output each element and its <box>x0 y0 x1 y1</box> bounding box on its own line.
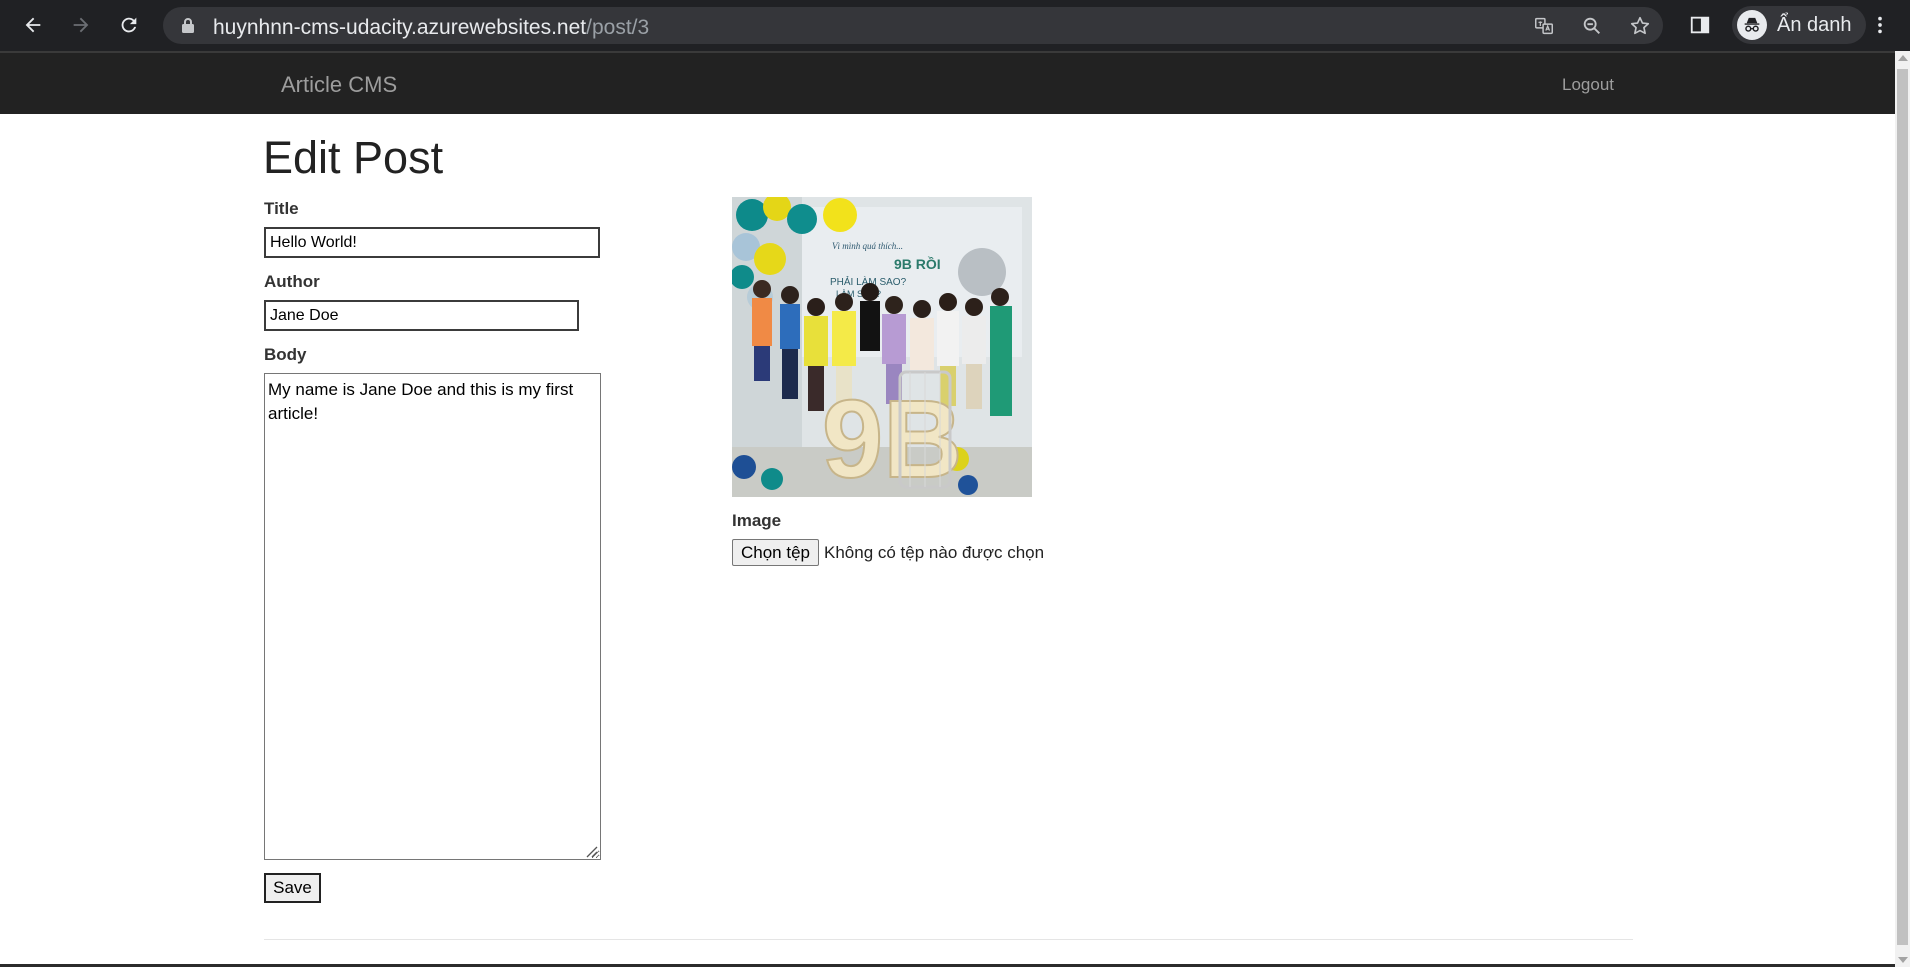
post-image: Vì mình quá thích... 9B RỒI PHẢI LÀM SAO… <box>732 197 1032 497</box>
title-label: Title <box>264 199 299 218</box>
scroll-up-icon[interactable] <box>1898 55 1908 61</box>
url-path: /post/3 <box>586 16 650 39</box>
back-icon[interactable] <box>16 8 50 42</box>
lock-icon <box>182 18 194 33</box>
profile-label: Ẩn danh <box>1777 13 1852 36</box>
side-panel-icon[interactable] <box>1683 8 1717 42</box>
browser-toolbar: huynhnn-cms-udacity.azurewebsites.net/po… <box>0 0 1910 51</box>
logout-link[interactable]: Logout <box>1562 75 1614 95</box>
marquee-letters: 9B <box>822 378 963 497</box>
zoom-out-icon[interactable] <box>1578 12 1606 40</box>
url-host: huynhnn-cms-udacity.azurewebsites.net <box>213 16 587 39</box>
incognito-icon <box>1737 10 1767 40</box>
brand-link[interactable]: Article CMS <box>281 72 397 98</box>
body-textarea[interactable]: My name is Jane Doe and this is my first… <box>264 373 601 860</box>
footer-divider <box>264 939 1633 940</box>
banner-text-2: 9B RỒI <box>894 255 941 272</box>
scroll-thumb[interactable] <box>1897 69 1908 945</box>
translate-icon[interactable] <box>1530 12 1558 40</box>
author-input[interactable] <box>264 300 579 331</box>
resize-grip-icon[interactable] <box>585 845 598 858</box>
incognito-profile-button[interactable]: Ẩn danh <box>1732 6 1866 44</box>
address-bar[interactable]: huynhnn-cms-udacity.azurewebsites.net/po… <box>163 7 1663 44</box>
reload-icon[interactable] <box>112 8 146 42</box>
page-title: Edit Post <box>263 132 444 183</box>
star-icon[interactable] <box>1626 12 1654 40</box>
site-navbar: Article CMS Logout <box>0 51 1895 114</box>
banner-text-1: Vì mình quá thích... <box>832 241 903 251</box>
no-file-text: Không có tệp nào được chọn <box>824 543 1045 562</box>
save-button[interactable]: Save <box>264 873 321 903</box>
body-label: Body <box>264 345 307 364</box>
menu-kebab-icon[interactable] <box>1868 8 1892 42</box>
scroll-down-icon[interactable] <box>1898 957 1908 963</box>
author-label: Author <box>264 272 320 291</box>
image-label: Image <box>732 511 782 530</box>
url-text: huynhnn-cms-udacity.azurewebsites.net/po… <box>213 16 649 40</box>
forward-icon[interactable] <box>64 8 98 42</box>
choose-file-button[interactable]: Chọn tệp <box>732 539 819 566</box>
vertical-scrollbar[interactable] <box>1895 51 1910 967</box>
title-input[interactable] <box>264 227 600 258</box>
